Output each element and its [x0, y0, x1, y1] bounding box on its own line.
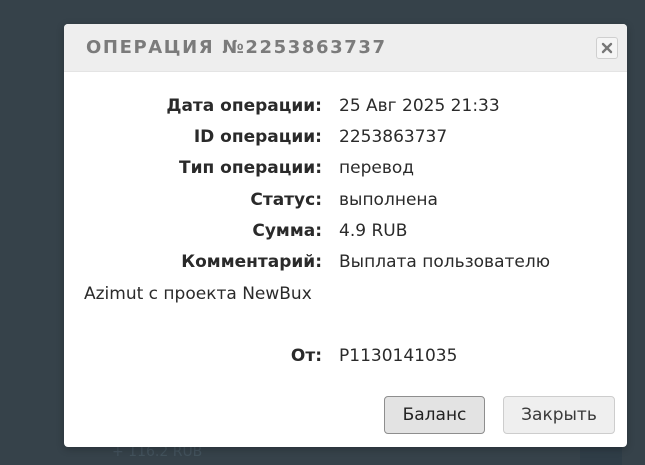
- field-label-status: Статус:: [250, 190, 322, 210]
- field-label-amount: Сумма:: [252, 221, 322, 241]
- dialog-title: ОПЕРАЦИЯ №2253863737: [86, 37, 387, 58]
- operation-dialog: ОПЕРАЦИЯ №2253863737 Дата операции: 25 А…: [64, 24, 627, 447]
- field-row-type: Тип операции: перевод: [64, 158, 627, 178]
- close-x-icon[interactable]: [596, 37, 618, 59]
- close-button[interactable]: Закрыть: [503, 396, 615, 434]
- field-value-type: перевод: [339, 158, 414, 178]
- field-value-date: 25 Авг 2025 21:33: [339, 96, 500, 116]
- field-value-from: P1130141035: [339, 346, 458, 366]
- field-row-from: От: P1130141035: [64, 346, 627, 366]
- field-row-date: Дата операции: 25 Авг 2025 21:33: [64, 96, 627, 116]
- field-label-id: ID операции:: [193, 127, 322, 147]
- dialog-header: ОПЕРАЦИЯ №2253863737: [64, 24, 627, 72]
- field-label-comment: Комментарий:: [181, 252, 322, 272]
- field-value-amount: 4.9 RUB: [339, 221, 408, 241]
- field-label-date: Дата операции:: [166, 96, 322, 116]
- field-value-status: выполнена: [339, 190, 438, 210]
- comment-continuation: Azimut с проекта NewBux: [84, 284, 312, 304]
- field-value-id: 2253863737: [339, 127, 448, 147]
- field-label-type: Тип операции:: [179, 158, 322, 178]
- field-row-comment: Комментарий: Выплата пользователю: [64, 252, 627, 272]
- field-row-id: ID операции: 2253863737: [64, 127, 627, 147]
- balance-button[interactable]: Баланс: [384, 396, 485, 434]
- field-label-from: От:: [290, 346, 322, 366]
- field-row-amount: Сумма: 4.9 RUB: [64, 221, 627, 241]
- field-value-comment: Выплата пользователю: [339, 252, 551, 272]
- close-x-glyph: [601, 42, 613, 54]
- field-row-status: Статус: выполнена: [64, 190, 627, 210]
